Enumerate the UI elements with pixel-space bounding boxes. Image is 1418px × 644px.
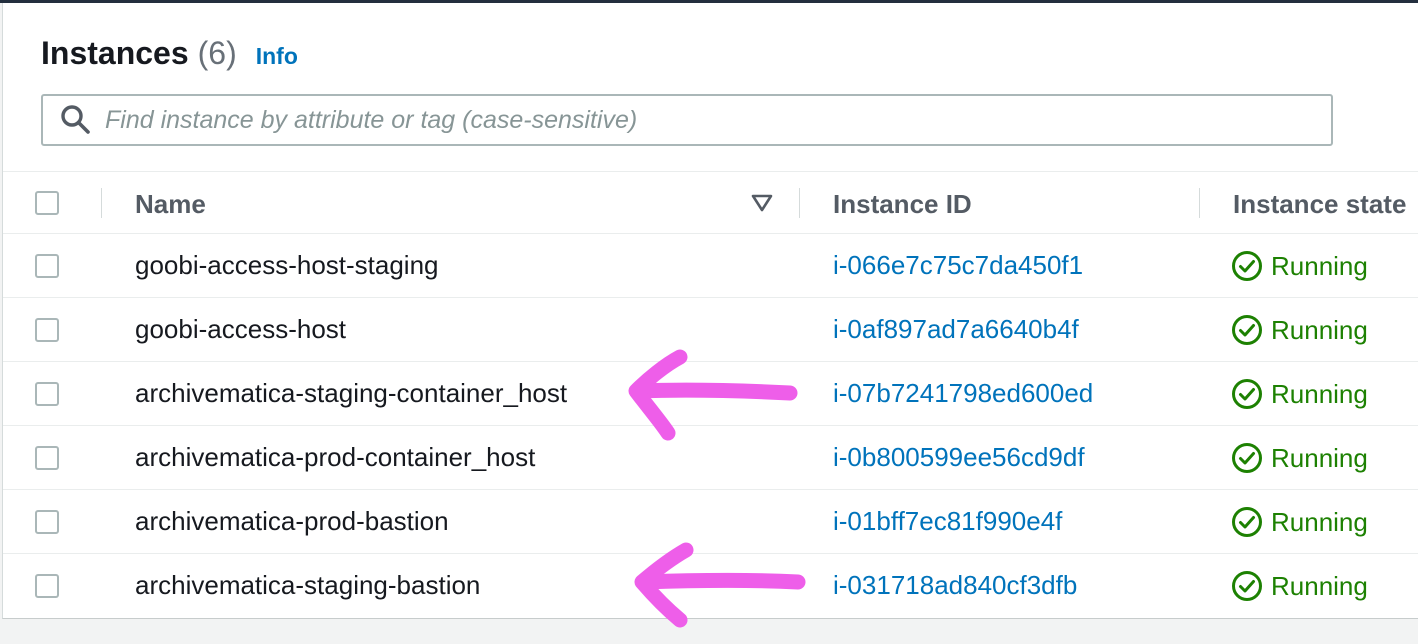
row-checkbox[interactable] (35, 318, 59, 342)
page-title: Instances (41, 35, 189, 71)
instance-name: archivematica-staging-bastion (135, 570, 481, 600)
column-divider (101, 188, 102, 218)
table-row[interactable]: goobi-access-host-staging i-066e7c75c7da… (3, 234, 1418, 298)
instance-id-link[interactable]: i-07b7241798ed600ed (833, 378, 1093, 409)
instance-name: archivematica-staging-container_host (135, 378, 568, 408)
check-circle-icon (1232, 507, 1262, 537)
instances-table: Name Instance ID Instance state goobi-ac… (3, 171, 1418, 618)
instance-state: Running (1231, 442, 1368, 474)
check-circle-icon (1232, 571, 1262, 601)
instance-name: goobi-access-host (135, 314, 346, 344)
table-row[interactable]: archivematica-staging-bastion i-031718ad… (3, 554, 1418, 618)
table-row[interactable]: archivematica-prod-bastion i-01bff7ec81f… (3, 490, 1418, 554)
search-icon (61, 105, 90, 134)
column-header-name[interactable]: Name (135, 189, 206, 220)
instance-count: (6) (197, 35, 237, 71)
check-circle-icon (1232, 443, 1262, 473)
instance-id-link[interactable]: i-0b800599ee56cd9df (833, 442, 1085, 473)
instance-state: Running (1231, 250, 1368, 282)
state-label: Running (1271, 442, 1368, 473)
instance-name: goobi-access-host-staging (135, 250, 439, 280)
sort-descending-icon[interactable] (751, 194, 773, 212)
column-divider (799, 188, 800, 218)
row-checkbox[interactable] (35, 446, 59, 470)
column-header-instance-state[interactable]: Instance state (1233, 189, 1406, 220)
state-label: Running (1271, 250, 1368, 281)
instance-id-link[interactable]: i-0af897ad7a6640b4f (833, 314, 1079, 345)
row-checkbox[interactable] (35, 254, 59, 278)
state-label: Running (1271, 314, 1368, 345)
table-row[interactable]: goobi-access-host i-0af897ad7a6640b4f Ru… (3, 298, 1418, 362)
column-header-instance-id[interactable]: Instance ID (833, 189, 972, 220)
table-header: Name Instance ID Instance state (3, 171, 1418, 234)
instance-id-link[interactable]: i-066e7c75c7da450f1 (833, 250, 1083, 281)
instance-state: Running (1231, 314, 1368, 346)
search-input[interactable] (105, 105, 1331, 135)
instance-name: archivematica-prod-container_host (135, 442, 536, 472)
state-label: Running (1271, 570, 1368, 601)
instance-id-link[interactable]: i-031718ad840cf3dfb (833, 570, 1077, 601)
check-circle-icon (1232, 315, 1262, 345)
state-label: Running (1271, 378, 1368, 409)
check-circle-icon (1232, 379, 1262, 409)
instances-panel: Instances (6) Info Name Instance ID Inst… (2, 3, 1418, 619)
column-divider (1199, 188, 1200, 218)
search-box[interactable] (41, 94, 1333, 146)
instance-state: Running (1231, 570, 1368, 602)
info-link[interactable]: Info (256, 43, 298, 70)
state-label: Running (1271, 506, 1368, 537)
table-row[interactable]: archivematica-staging-container_host i-0… (3, 362, 1418, 426)
instance-state: Running (1231, 506, 1368, 538)
check-circle-icon (1232, 251, 1262, 281)
select-all-checkbox[interactable] (35, 191, 59, 215)
row-checkbox[interactable] (35, 382, 59, 406)
panel-header: Instances (6) Info (41, 35, 298, 79)
instance-name: archivematica-prod-bastion (135, 506, 449, 536)
instance-state: Running (1231, 378, 1368, 410)
table-row[interactable]: archivematica-prod-container_host i-0b80… (3, 426, 1418, 490)
instance-id-link[interactable]: i-01bff7ec81f990e4f (833, 506, 1062, 537)
row-checkbox[interactable] (35, 574, 59, 598)
row-checkbox[interactable] (35, 510, 59, 534)
